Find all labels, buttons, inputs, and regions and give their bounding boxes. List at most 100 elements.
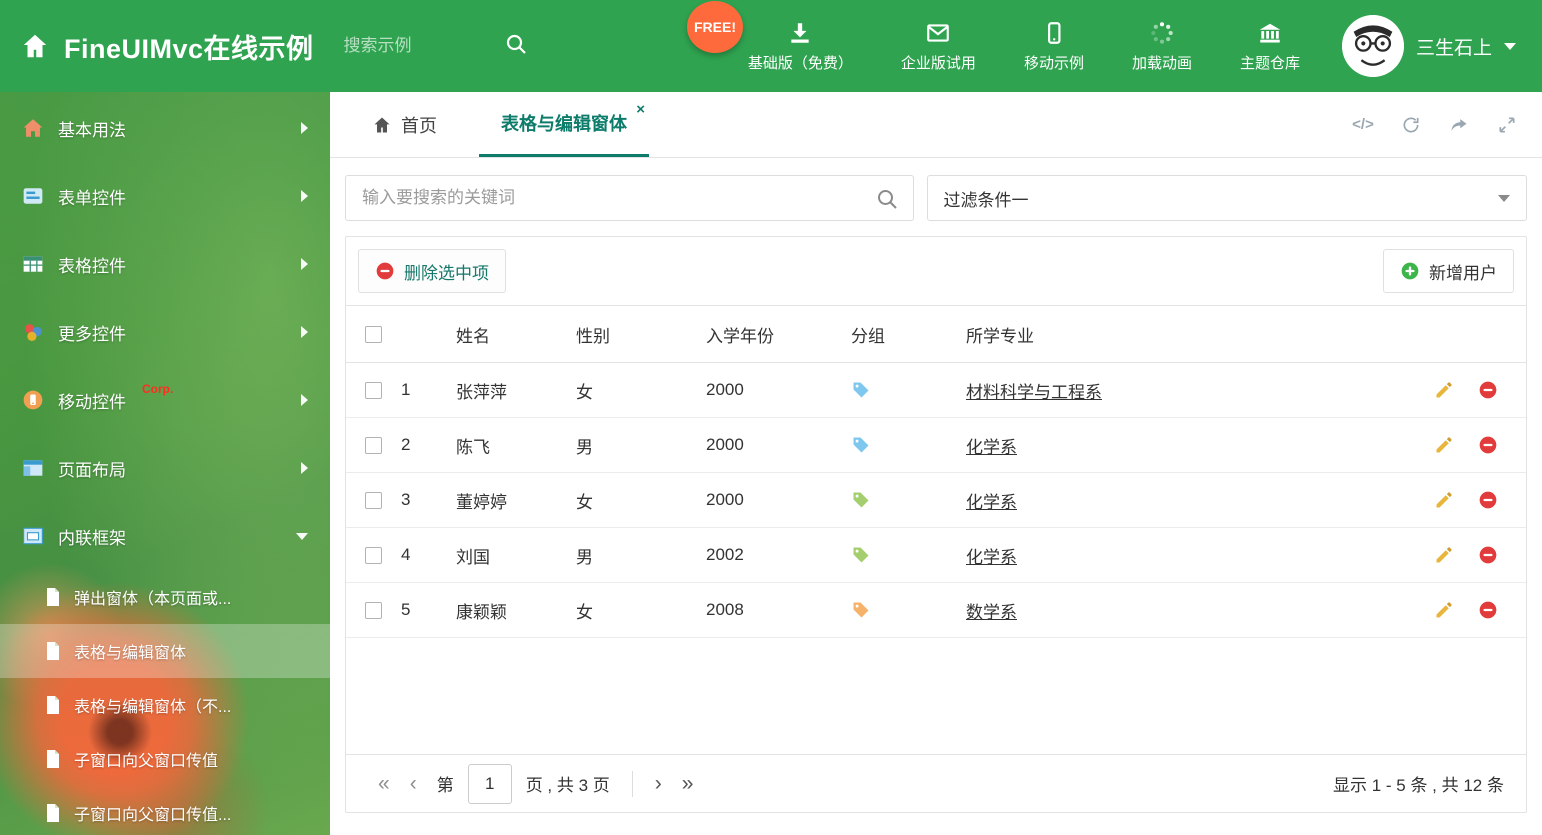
table-header: 姓名 性别 入学年份 分组 所学专业 bbox=[346, 305, 1526, 363]
row-checkbox[interactable] bbox=[365, 381, 382, 399]
table-row[interactable]: 2 陈飞 男 2000 化学系 bbox=[346, 418, 1526, 473]
sidebar-item-form-controls[interactable]: 表单控件 bbox=[0, 162, 330, 230]
tag-icon bbox=[851, 380, 871, 400]
chevron-down-icon bbox=[296, 532, 308, 540]
major-link[interactable]: 数学系 bbox=[966, 603, 1017, 622]
table-row[interactable]: 3 董婷婷 女 2000 化学系 bbox=[346, 473, 1526, 528]
nav-label: 企业版试用 bbox=[900, 54, 976, 72]
filter-dropdown[interactable]: 过滤条件一 bbox=[926, 175, 1527, 221]
brand[interactable]: FineUIMvc在线示例 bbox=[0, 27, 314, 66]
header-name: 姓名 bbox=[456, 326, 490, 346]
sidebar-item-label: 表单控件 bbox=[58, 188, 126, 208]
nav-item-loading-animation[interactable]: 加载动画 bbox=[1132, 20, 1192, 73]
sidebar-subitem-grid-edit-window[interactable]: 表格与编辑窗体 bbox=[0, 624, 330, 678]
sidebar-subitem-child-to-parent[interactable]: 子窗口向父窗口传值 bbox=[0, 732, 330, 786]
prev-page-button[interactable]: ‹ bbox=[400, 772, 427, 796]
row-checkbox[interactable] bbox=[365, 491, 382, 509]
row-checkbox[interactable] bbox=[365, 546, 382, 564]
user-menu[interactable]: 三生石上 bbox=[1341, 15, 1542, 77]
tab-home[interactable]: 首页 bbox=[360, 92, 449, 157]
nav-item-mobile-demo[interactable]: 移动示例 bbox=[1024, 20, 1084, 73]
close-icon[interactable]: × bbox=[636, 102, 645, 117]
nav-label: 移动示例 bbox=[1023, 54, 1084, 72]
sidebar-subitem-grid-edit-window-2[interactable]: 表格与编辑窗体（不... bbox=[0, 678, 330, 732]
sidebar-subitem-child-to-parent-2[interactable]: 子窗口向父窗口传值... bbox=[0, 786, 330, 835]
edit-icon[interactable] bbox=[1434, 600, 1454, 620]
sidebar: 基本用法 表单控件 表格控件 更多控件 移动控件 Corp. 页面布局 内联框架… bbox=[0, 92, 330, 835]
free-badge: FREE! bbox=[687, 1, 743, 53]
cell-row-number: 1 bbox=[401, 380, 411, 399]
nav-item-basic-edition[interactable]: 基础版（免费） bbox=[748, 20, 853, 73]
delete-icon[interactable] bbox=[1478, 435, 1498, 455]
edit-icon[interactable] bbox=[1434, 435, 1454, 455]
home-icon bbox=[20, 31, 50, 61]
delete-icon[interactable] bbox=[1478, 600, 1498, 620]
major-link[interactable]: 化学系 bbox=[966, 548, 1017, 567]
table-row[interactable]: 4 刘国 男 2002 化学系 bbox=[346, 528, 1526, 583]
cell-name: 董婷婷 bbox=[456, 492, 507, 512]
cell-gender: 女 bbox=[576, 602, 593, 622]
page-number-input[interactable]: 1 bbox=[467, 763, 512, 804]
filter-row: 过滤条件一 bbox=[345, 175, 1527, 221]
tab-tools: </> bbox=[1352, 92, 1518, 157]
add-user-button[interactable]: 新增用户 bbox=[1383, 249, 1514, 293]
app-title: FineUIMvc在线示例 bbox=[64, 33, 314, 64]
sidebar-item-more-controls[interactable]: 更多控件 bbox=[0, 298, 330, 366]
edit-icon[interactable] bbox=[1434, 380, 1454, 400]
source-code-icon[interactable]: </> bbox=[1352, 114, 1374, 136]
nav-label: 主题仓库 bbox=[1239, 54, 1300, 72]
sidebar-subitem-popup-window[interactable]: 弹出窗体（本页面或... bbox=[0, 570, 330, 624]
cell-group bbox=[836, 545, 951, 565]
delete-icon[interactable] bbox=[1478, 545, 1498, 565]
search-icon[interactable] bbox=[875, 187, 899, 216]
search-icon[interactable] bbox=[504, 32, 528, 61]
cell-group bbox=[836, 435, 951, 455]
file-icon bbox=[44, 641, 62, 661]
divider bbox=[631, 770, 633, 797]
select-all-checkbox[interactable] bbox=[365, 325, 382, 343]
share-icon[interactable] bbox=[1448, 114, 1470, 136]
header-year: 入学年份 bbox=[706, 326, 774, 346]
last-page-button[interactable]: » bbox=[672, 772, 704, 796]
nav-item-enterprise-trial[interactable]: 企业版试用 bbox=[901, 20, 976, 73]
major-link[interactable]: 化学系 bbox=[966, 493, 1017, 512]
refresh-icon[interactable] bbox=[1400, 114, 1422, 136]
expand-icon[interactable] bbox=[1496, 114, 1518, 136]
header-search-input[interactable] bbox=[343, 36, 504, 56]
table-row[interactable]: 1 张萍萍 女 2000 材料科学与工程系 bbox=[346, 363, 1526, 418]
sidebar-item-grid-controls[interactable]: 表格控件 bbox=[0, 230, 330, 298]
top-header: FineUIMvc在线示例 FREE! 基础版（免费） 企业版试用 bbox=[0, 0, 1542, 92]
cell-row-number: 4 bbox=[401, 545, 411, 564]
keyword-search-input[interactable] bbox=[346, 176, 913, 220]
shapes-icon bbox=[22, 321, 44, 343]
cell-gender: 女 bbox=[576, 492, 593, 512]
cell-gender: 男 bbox=[576, 437, 593, 457]
sidebar-item-basic-usage[interactable]: 基本用法 bbox=[0, 94, 330, 162]
grid-panel: 删除选中项 新增用户 姓名 性别 入学年份 分组 所学专业 1 张萍萍 女 20… bbox=[345, 236, 1527, 813]
tab-grid-edit-window[interactable]: 表格与编辑窗体 × bbox=[479, 92, 649, 157]
nav-label: 基础版（免费） bbox=[747, 54, 853, 72]
add-user-label: 新增用户 bbox=[1429, 263, 1497, 283]
delete-icon[interactable] bbox=[1478, 380, 1498, 400]
sidebar-item-inline-frame[interactable]: 内联框架 bbox=[0, 502, 330, 570]
chevron-right-icon bbox=[301, 258, 308, 270]
home-icon bbox=[372, 115, 392, 135]
sidebar-item-label: 页面布局 bbox=[58, 460, 126, 480]
table-row[interactable]: 5 康颖颖 女 2008 数学系 bbox=[346, 583, 1526, 638]
major-link[interactable]: 材料科学与工程系 bbox=[966, 383, 1102, 402]
cell-year: 2002 bbox=[706, 545, 744, 564]
row-checkbox[interactable] bbox=[365, 601, 382, 619]
delete-selected-button[interactable]: 删除选中项 bbox=[358, 249, 506, 293]
keyword-search-box bbox=[345, 175, 914, 221]
delete-icon[interactable] bbox=[1478, 490, 1498, 510]
nav-item-theme-store[interactable]: 主题仓库 bbox=[1240, 20, 1300, 73]
edit-icon[interactable] bbox=[1434, 490, 1454, 510]
edit-icon[interactable] bbox=[1434, 545, 1454, 565]
sidebar-item-page-layout[interactable]: 页面布局 bbox=[0, 434, 330, 502]
row-checkbox[interactable] bbox=[365, 436, 382, 454]
header-search bbox=[343, 32, 554, 61]
first-page-button[interactable]: « bbox=[368, 772, 400, 796]
major-link[interactable]: 化学系 bbox=[966, 438, 1017, 457]
next-page-button[interactable]: › bbox=[645, 772, 672, 796]
sidebar-item-mobile-controls[interactable]: 移动控件 Corp. bbox=[0, 366, 330, 434]
